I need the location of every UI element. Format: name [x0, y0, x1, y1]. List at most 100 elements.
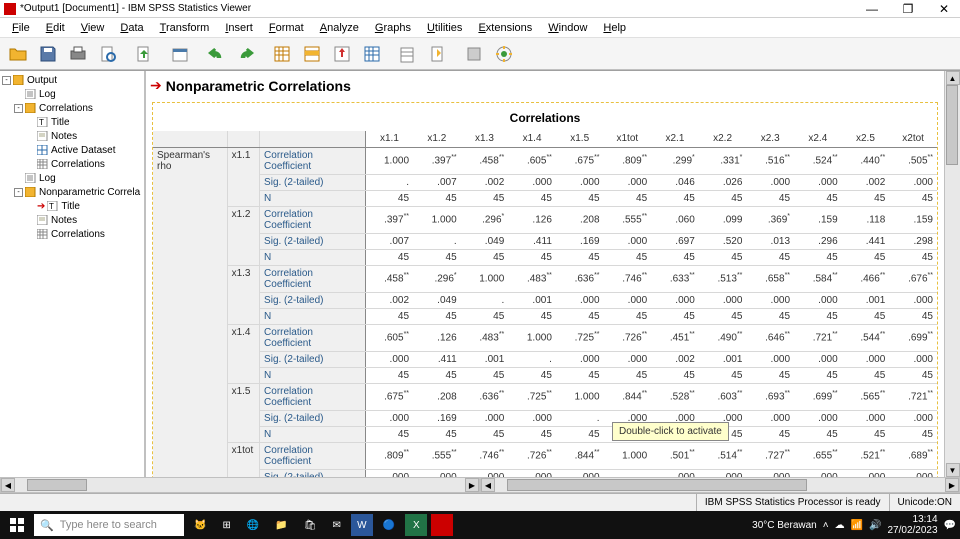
cell: 45 — [461, 308, 509, 324]
scroll-left-button[interactable]: ◀ — [1, 478, 15, 492]
stat-label: Sig. (2-tailed) — [260, 174, 366, 190]
open-button[interactable] — [4, 40, 32, 68]
maximize-button[interactable]: ❐ — [896, 2, 920, 16]
cell: .397** — [365, 206, 413, 233]
weather-widget[interactable]: 30°C Berawan — [752, 520, 817, 531]
menu-transform[interactable]: Transform — [152, 20, 218, 36]
clock[interactable]: 13:14 27/02/2023 — [887, 514, 937, 536]
select-button[interactable] — [394, 40, 422, 68]
tray-chevron-icon[interactable]: ˄ — [823, 520, 829, 531]
spss-icon[interactable] — [431, 514, 453, 536]
vertical-scrollbar[interactable]: ▲ ▼ — [944, 71, 960, 477]
vscroll-thumb[interactable] — [946, 85, 958, 165]
tree-item-notes[interactable]: Notes — [2, 213, 142, 227]
cell: .605** — [508, 147, 556, 174]
tree-item-log[interactable]: Log — [2, 87, 142, 101]
col-header: x1tot — [604, 131, 652, 147]
outline-hscroll[interactable]: ◀ ▶ — [0, 477, 480, 493]
volume-icon[interactable]: 🔊 — [869, 520, 881, 531]
tree-toggle-icon[interactable]: - — [2, 76, 11, 85]
scroll-down-button[interactable]: ▼ — [946, 463, 960, 477]
system-tray[interactable]: 30°C Berawan ˄ ☁ 📶 🔊 13:14 27/02/2023 💬 — [752, 514, 956, 536]
menu-graphs[interactable]: Graphs — [367, 20, 419, 36]
scroll-right-button[interactable]: ▶ — [465, 478, 479, 492]
cell: 45 — [794, 367, 842, 383]
tree-toggle-icon[interactable]: - — [14, 188, 23, 197]
export-button[interactable] — [130, 40, 158, 68]
tree-item-correlations[interactable]: Correlations — [2, 157, 142, 171]
minimize-button[interactable]: — — [860, 2, 884, 16]
cell: 45 — [842, 308, 890, 324]
windows-taskbar[interactable]: 🔍Type here to search 🐱 ⊞ 🌐 📁 🛍 ✉ W 🔵 X 3… — [0, 511, 960, 539]
col-header: x1.3 — [461, 131, 509, 147]
explorer-icon[interactable]: 📁 — [269, 513, 293, 537]
output-pane[interactable]: ➔ Nonparametric Correlations Correlation… — [146, 71, 960, 477]
menu-format[interactable]: Format — [261, 20, 312, 36]
tree-toggle-icon[interactable]: - — [14, 104, 23, 113]
cell: .809** — [604, 147, 652, 174]
menu-view[interactable]: View — [73, 20, 113, 36]
table-row: N454545454545454545454545 — [153, 190, 937, 206]
edge-icon[interactable]: 🌐 — [241, 513, 265, 537]
output-heading: ➔ Nonparametric Correlations — [146, 71, 944, 102]
notifications-icon[interactable]: 💬 — [944, 520, 956, 531]
mail-icon[interactable]: ✉ — [326, 513, 346, 537]
menu-help[interactable]: Help — [595, 20, 634, 36]
scroll-left-button[interactable]: ◀ — [481, 478, 495, 492]
menu-extensions[interactable]: Extensions — [470, 20, 540, 36]
start-button[interactable] — [4, 513, 30, 537]
show-button[interactable] — [424, 40, 452, 68]
variables-button[interactable] — [358, 40, 386, 68]
tree-item-log[interactable]: Log — [2, 171, 142, 185]
output-hscroll[interactable]: ◀ ▶ — [480, 477, 960, 493]
chrome-icon[interactable]: 🔵 — [377, 513, 401, 537]
menu-analyze[interactable]: Analyze — [312, 20, 367, 36]
tree-item-active-dataset[interactable]: Active Dataset — [2, 143, 142, 157]
tree-item-notes[interactable]: Notes — [2, 129, 142, 143]
cortana-icon[interactable]: 🐱 — [188, 513, 212, 537]
cell: 45 — [365, 367, 413, 383]
tree-item-title[interactable]: TTitle — [2, 115, 142, 129]
onedrive-icon[interactable]: ☁ — [835, 520, 845, 531]
task-view-button[interactable]: ⊞ — [216, 513, 236, 537]
row-group-header: Spearman's rho — [153, 147, 227, 477]
scroll-right-button[interactable]: ▶ — [945, 478, 959, 492]
save-button[interactable] — [34, 40, 62, 68]
word-icon[interactable]: W — [351, 514, 373, 536]
menu-file[interactable]: File — [4, 20, 38, 36]
correlations-table-wrap[interactable]: Correlations x1.1x1.2x1.3x1.4x1.5x1totx2… — [152, 102, 938, 477]
print-button[interactable] — [64, 40, 92, 68]
cell: .208 — [413, 383, 461, 410]
recall-dialog-button[interactable] — [166, 40, 194, 68]
preview-button[interactable] — [94, 40, 122, 68]
redo-button[interactable] — [232, 40, 260, 68]
scroll-up-button[interactable]: ▲ — [946, 71, 960, 85]
menu-insert[interactable]: Insert — [217, 20, 261, 36]
excel-icon[interactable]: X — [405, 514, 427, 536]
goto-case-button[interactable] — [298, 40, 326, 68]
undo-button[interactable] — [202, 40, 230, 68]
menu-utilities[interactable]: Utilities — [419, 20, 470, 36]
tree-item-nonparametric-correlations[interactable]: -Nonparametric Correla — [2, 185, 142, 199]
wifi-icon[interactable]: 📶 — [851, 520, 863, 531]
outline-pane[interactable]: -OutputLog-CorrelationsTTitleNotesActive… — [0, 71, 146, 477]
goto-data-button[interactable] — [268, 40, 296, 68]
close-button[interactable]: ✕ — [932, 2, 956, 16]
run-button[interactable] — [490, 40, 518, 68]
tree-item-correlations[interactable]: Correlations — [2, 227, 142, 241]
tree-item-correlations[interactable]: -Correlations — [2, 101, 142, 115]
tree-root[interactable]: -Output — [2, 73, 142, 87]
stat-label: Correlation Coefficient — [260, 324, 366, 351]
goto-variable-button[interactable] — [328, 40, 356, 68]
menu-window[interactable]: Window — [540, 20, 595, 36]
cell: 45 — [365, 249, 413, 265]
designate-button[interactable] — [460, 40, 488, 68]
hscroll-thumb[interactable] — [27, 479, 87, 491]
col-header: x2.1 — [651, 131, 699, 147]
store-icon[interactable]: 🛍 — [298, 513, 323, 537]
taskbar-search[interactable]: 🔍Type here to search — [34, 514, 184, 536]
menu-data[interactable]: Data — [112, 20, 151, 36]
menu-edit[interactable]: Edit — [38, 20, 73, 36]
hscroll-thumb[interactable] — [507, 479, 807, 491]
tree-item-title[interactable]: ➔TTitle — [2, 199, 142, 213]
